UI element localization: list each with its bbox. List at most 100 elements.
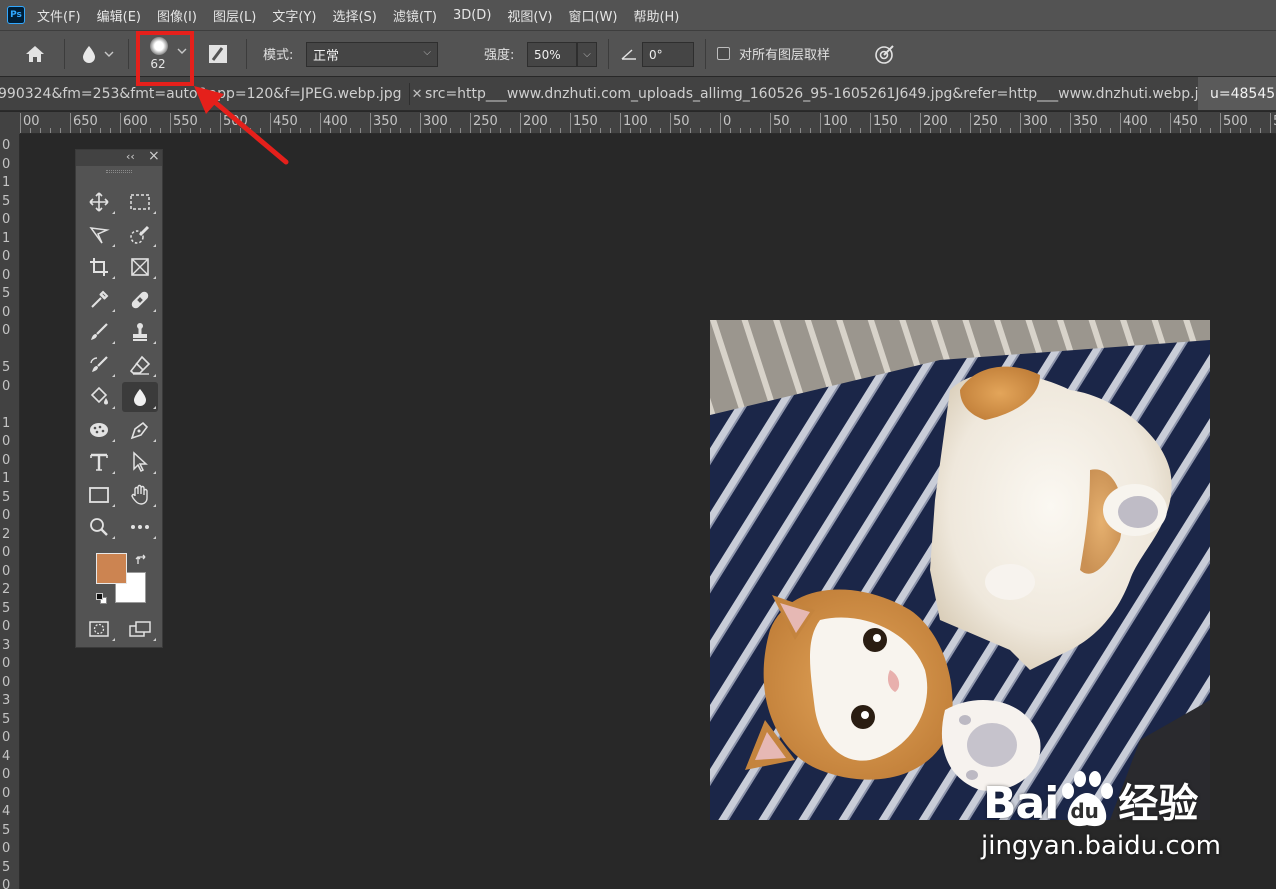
angle-input[interactable]: 0° — [642, 42, 694, 67]
ruler-minor-tick — [750, 128, 751, 133]
sponge-tool-icon[interactable] — [81, 415, 117, 445]
document-canvas-image[interactable] — [710, 320, 1210, 820]
quick-mask-mode-icon[interactable] — [81, 614, 117, 644]
crop-tool-icon[interactable] — [81, 252, 117, 282]
blur-tool-icon[interactable] — [122, 382, 158, 412]
ruler-minor-tick — [950, 128, 951, 133]
move-tool-icon[interactable] — [81, 187, 117, 217]
ruler-minor-tick — [1190, 128, 1191, 133]
paint-bucket-tool-icon[interactable] — [81, 382, 117, 412]
ruler-minor-tick — [940, 128, 941, 133]
ruler-label: 2 — [2, 526, 11, 542]
rectangle-tool-icon[interactable] — [81, 480, 117, 510]
menu-view[interactable]: 视图(V) — [507, 6, 552, 25]
ruler-minor-tick — [1240, 128, 1241, 133]
clone-stamp-tool-icon[interactable] — [122, 317, 158, 347]
menu-help[interactable]: 帮助(H) — [633, 6, 679, 25]
healing-brush-tool-icon[interactable] — [122, 285, 158, 315]
home-icon[interactable] — [22, 42, 48, 66]
ruler-label: 250 — [973, 114, 998, 129]
ruler-minor-tick — [390, 128, 391, 133]
ruler-origin[interactable] — [0, 112, 20, 134]
photoshop-logo-icon[interactable]: Ps — [7, 6, 25, 24]
ruler-minor-tick — [540, 128, 541, 133]
eraser-tool-icon[interactable] — [122, 350, 158, 380]
zoom-tool-icon[interactable] — [81, 512, 117, 542]
strength-slider-toggle[interactable]: ⌵ — [577, 42, 597, 67]
ruler-label: 0 — [2, 378, 11, 394]
type-tool-icon[interactable] — [81, 447, 117, 477]
ruler-label: 500 — [1223, 114, 1248, 129]
menu-layer[interactable]: 图层(L) — [213, 6, 256, 25]
ruler-label: 400 — [323, 114, 348, 129]
ruler-minor-tick — [1060, 128, 1061, 133]
sample-all-layers-checkbox[interactable] — [717, 47, 730, 60]
vertical-ruler[interactable]: 0015010050050100150200250300350400450500 — [0, 112, 20, 889]
strength-input[interactable]: 50% — [527, 42, 577, 67]
menu-3d[interactable]: 3D(D) — [453, 8, 491, 23]
ruler-minor-tick — [600, 128, 601, 133]
menu-type[interactable]: 文字(Y) — [272, 6, 316, 25]
menu-image[interactable]: 图像(I) — [157, 6, 197, 25]
document-tab-3-active[interactable]: u=485453 — [1198, 77, 1276, 110]
watermark-brand-jingyan: 经验 — [1118, 781, 1199, 827]
ruler-minor-tick — [930, 128, 931, 133]
ruler-label: 5 — [2, 193, 11, 209]
eyedropper-tool-icon[interactable] — [81, 285, 117, 315]
menu-edit[interactable]: 编辑(E) — [97, 6, 141, 25]
foreground-color-swatch[interactable] — [96, 553, 127, 584]
collapse-panel-icon[interactable]: ‹‹ — [126, 150, 135, 163]
ruler-minor-tick — [1000, 128, 1001, 133]
ruler-label: 0 — [2, 156, 11, 172]
mode-select[interactable]: 正常 ⌵ — [306, 42, 438, 67]
ruler-minor-tick — [560, 128, 561, 133]
panel-grip[interactable] — [106, 170, 132, 173]
tools-panel-header[interactable]: ‹‹ × — [76, 148, 162, 166]
pen-tool-icon[interactable] — [122, 415, 158, 445]
annotation-arrow-icon — [194, 86, 289, 165]
hand-tool-icon[interactable] — [122, 480, 158, 510]
ruler-label: 100 — [623, 114, 648, 129]
default-colors-icon[interactable] — [96, 593, 108, 605]
ruler-label: 300 — [1023, 114, 1048, 129]
ruler-minor-tick — [110, 128, 111, 133]
more-tools-icon[interactable] — [122, 512, 158, 542]
swap-colors-icon[interactable] — [135, 552, 149, 566]
ruler-minor-tick — [960, 128, 961, 133]
marquee-tool-icon[interactable] — [122, 187, 158, 217]
ruler-label: 0 — [2, 730, 11, 745]
brush-settings-panel-toggle[interactable] — [205, 42, 231, 66]
ruler-label: 1 — [2, 230, 11, 246]
menu-select[interactable]: 选择(S) — [332, 6, 376, 25]
menu-window[interactable]: 窗口(W) — [568, 6, 617, 25]
ruler-label: 0 — [2, 212, 11, 227]
frame-tool-icon[interactable] — [122, 252, 158, 282]
ruler-label: 1 — [2, 415, 11, 431]
pressure-icon[interactable] — [872, 42, 898, 66]
close-panel-icon[interactable]: × — [148, 148, 160, 164]
close-icon[interactable]: ✕ — [412, 87, 423, 102]
ruler-minor-tick — [30, 128, 31, 133]
quick-selection-tool-icon[interactable] — [122, 220, 158, 250]
lasso-tool-icon[interactable] — [81, 220, 117, 250]
ruler-label: 5 — [2, 286, 11, 301]
ruler-label: 0 — [2, 563, 11, 579]
ruler-label: 5 — [2, 360, 11, 375]
ruler-minor-tick — [610, 128, 611, 133]
screen-mode-icon[interactable] — [122, 614, 158, 644]
ruler-label: 200 — [523, 114, 548, 129]
ruler-tick — [1120, 113, 1121, 133]
ruler-minor-tick — [1160, 128, 1161, 133]
ruler-minor-tick — [1250, 128, 1251, 133]
menu-file[interactable]: 文件(F) — [37, 6, 81, 25]
document-tab-2[interactable]: src=http___www.dnzhuti.com_uploads_allim… — [425, 77, 1237, 110]
ruler-minor-tick — [980, 128, 981, 133]
tool-preset-picker[interactable] — [76, 42, 118, 66]
brush-tool-icon[interactable] — [81, 317, 117, 347]
path-selection-tool-icon[interactable] — [122, 447, 158, 477]
ruler-minor-tick — [1200, 128, 1201, 133]
menu-filter[interactable]: 滤镜(T) — [393, 6, 437, 25]
ruler-label: 0 — [2, 656, 11, 671]
ruler-minor-tick — [310, 128, 311, 133]
history-brush-tool-icon[interactable] — [81, 350, 117, 380]
